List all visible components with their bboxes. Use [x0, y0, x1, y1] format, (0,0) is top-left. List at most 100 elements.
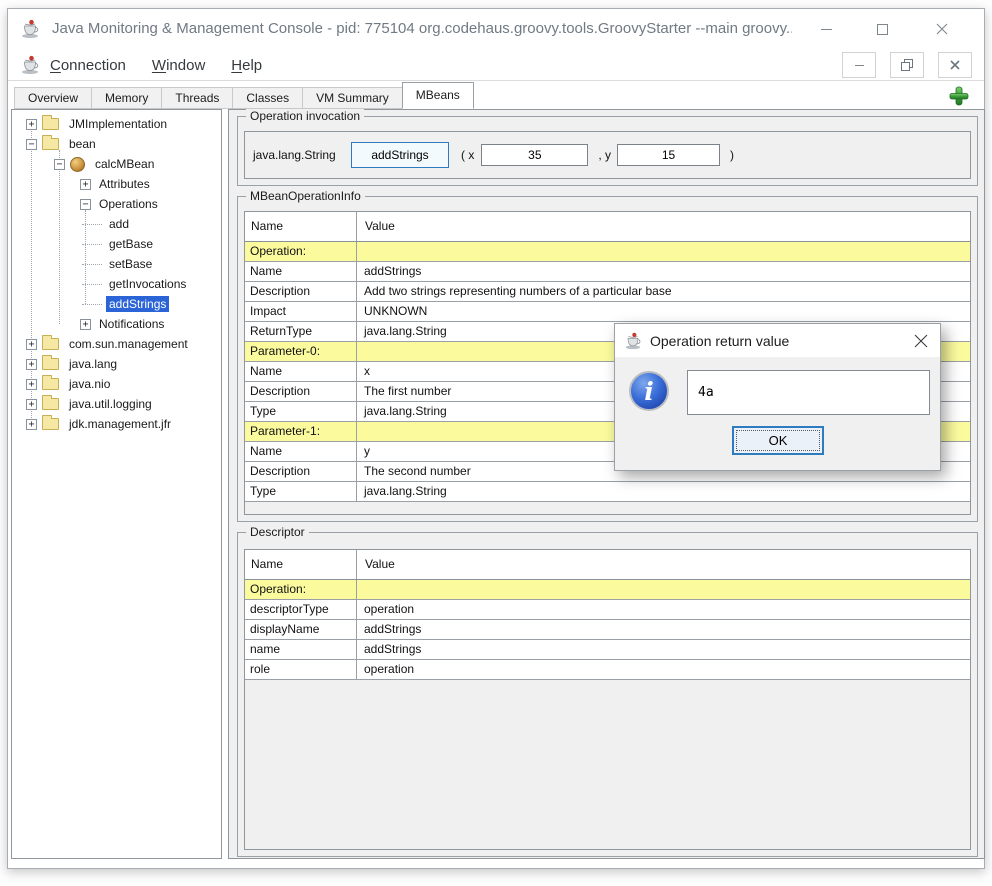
- cell-name: Parameter-1:: [245, 422, 357, 441]
- table-row[interactable]: Operation:: [245, 242, 970, 262]
- collapse-handle-icon[interactable]: −: [54, 159, 65, 170]
- cell-value: operation: [357, 660, 970, 679]
- folder-icon: [42, 418, 59, 430]
- tree-item-label: Operations: [96, 196, 161, 212]
- close-icon: [950, 60, 960, 70]
- table-row[interactable]: nameaddStrings: [245, 640, 970, 660]
- cell-name: Description: [245, 382, 357, 401]
- addstrings-invoke-button[interactable]: addStrings: [351, 142, 449, 168]
- dialog-title-bar: Operation return value: [615, 324, 940, 357]
- param-x-input[interactable]: [481, 144, 588, 166]
- tree-connector-stub: [82, 304, 102, 305]
- expand-handle-icon[interactable]: +: [26, 399, 37, 410]
- tree-item-operations[interactable]: −Operations: [12, 194, 221, 214]
- paren-open-label: ( x: [461, 148, 474, 162]
- tree-item-label: JMImplementation: [66, 116, 170, 132]
- tab-memory[interactable]: Memory: [91, 87, 162, 109]
- tree-item-java.nio[interactable]: +java.nio: [12, 374, 221, 394]
- menu-help[interactable]: Help: [231, 57, 262, 74]
- close-button[interactable]: [919, 9, 965, 49]
- tree-item-com.sun.management[interactable]: +com.sun.management: [12, 334, 221, 354]
- folder-icon: [42, 338, 59, 350]
- menu-connection[interactable]: Connection: [50, 57, 126, 74]
- descriptor-group: Descriptor NameValueOperation:descriptor…: [237, 532, 978, 857]
- tree-item-jdk.management.jfr[interactable]: +jdk.management.jfr: [12, 414, 221, 434]
- cell-value: addStrings: [357, 640, 970, 659]
- tab-overview[interactable]: Overview: [14, 87, 92, 109]
- tab-vm-summary[interactable]: VM Summary: [302, 87, 403, 109]
- folder-icon: [42, 138, 59, 150]
- tree-item-label: calcMBean: [92, 156, 157, 172]
- tree-connector-stub: [82, 244, 102, 245]
- table-row[interactable]: roleoperation: [245, 660, 970, 680]
- minimize-button[interactable]: [803, 9, 849, 49]
- cell-value: addStrings: [357, 262, 970, 281]
- tree-item-label: java.lang: [66, 356, 120, 372]
- tree-item-bean[interactable]: −bean: [12, 134, 221, 154]
- tree-item-jmimplementation[interactable]: + JMImplementation: [12, 114, 221, 134]
- table-header: NameValue: [245, 212, 970, 242]
- ok-button[interactable]: OK: [732, 426, 824, 455]
- table-row[interactable]: DescriptionAdd two strings representing …: [245, 282, 970, 302]
- cell-name: Impact: [245, 302, 357, 321]
- tree-item-calcmbean[interactable]: − calcMBean: [12, 154, 221, 174]
- collapse-handle-icon[interactable]: −: [80, 199, 91, 210]
- frame-minimize-button[interactable]: [842, 52, 876, 78]
- cell-name: descriptorType: [245, 600, 357, 619]
- expand-handle-icon[interactable]: +: [26, 359, 37, 370]
- operation-invocation-group: Operation invocation java.lang.String ad…: [237, 116, 978, 186]
- cell-name: Operation:: [245, 242, 357, 261]
- table-row[interactable]: displayNameaddStrings: [245, 620, 970, 640]
- expand-handle-icon[interactable]: +: [26, 379, 37, 390]
- tree-item-getinvocations[interactable]: getInvocations: [12, 274, 221, 294]
- expand-handle-icon[interactable]: +: [26, 339, 37, 350]
- tab-threads[interactable]: Threads: [161, 87, 233, 109]
- frame-close-button[interactable]: [938, 52, 972, 78]
- return-value-field[interactable]: [687, 370, 930, 415]
- window-title: Java Monitoring & Management Console - p…: [52, 9, 792, 49]
- cell-name: Name: [245, 262, 357, 281]
- dialog-close-button[interactable]: [912, 332, 930, 350]
- cell-name: role: [245, 660, 357, 679]
- restore-icon: [901, 59, 913, 71]
- tree-item-add[interactable]: add: [12, 214, 221, 234]
- tree-item-label: java.util.logging: [66, 396, 155, 412]
- expand-handle-icon[interactable]: +: [26, 419, 37, 430]
- expand-handle-icon[interactable]: +: [26, 119, 37, 130]
- tree-item-java.util.logging[interactable]: + java.util.logging: [12, 394, 221, 414]
- folder-icon: [42, 398, 59, 410]
- table-row[interactable]: Typejava.lang.String: [245, 482, 970, 502]
- tree-item-setbase[interactable]: setBase: [12, 254, 221, 274]
- table-header: NameValue: [245, 550, 970, 580]
- maximize-button[interactable]: [859, 9, 905, 49]
- table-row[interactable]: ImpactUNKNOWN: [245, 302, 970, 322]
- group-title: Operation invocation: [246, 109, 364, 123]
- collapse-handle-icon[interactable]: −: [26, 139, 37, 150]
- minimize-icon: [821, 29, 832, 30]
- menu-bar: Connection Window Help: [8, 49, 984, 81]
- tree-item-getbase[interactable]: getBase: [12, 234, 221, 254]
- frame-restore-button[interactable]: [890, 52, 924, 78]
- expand-handle-icon[interactable]: +: [80, 319, 91, 330]
- comma-label: , y: [598, 148, 611, 162]
- expand-handle-icon[interactable]: +: [80, 179, 91, 190]
- tree-item-attributes[interactable]: +Attributes: [12, 174, 221, 194]
- tree-item-notifications[interactable]: +Notifications: [12, 314, 221, 334]
- tab-mbeans[interactable]: MBeans: [402, 82, 474, 109]
- menu-window[interactable]: Window: [152, 57, 205, 74]
- tree-item-addstrings[interactable]: addStrings: [12, 294, 221, 314]
- connect-icon[interactable]: [948, 85, 970, 107]
- java-cup-icon: [20, 55, 40, 75]
- cell-name: Operation:: [245, 580, 357, 599]
- cell-name: name: [245, 640, 357, 659]
- column-header-value: Value: [357, 212, 970, 241]
- cell-name: displayName: [245, 620, 357, 639]
- minimize-icon: [855, 65, 864, 66]
- table-row[interactable]: descriptorTypeoperation: [245, 600, 970, 620]
- table-row[interactable]: Operation:: [245, 580, 970, 600]
- tab-classes[interactable]: Classes: [232, 87, 303, 109]
- tree-item-java.lang[interactable]: + java.lang: [12, 354, 221, 374]
- param-y-input[interactable]: [617, 144, 720, 166]
- table-row[interactable]: NameaddStrings: [245, 262, 970, 282]
- tree-rows: +JMImplementation−bean−calcMBean+Attribu…: [12, 114, 221, 434]
